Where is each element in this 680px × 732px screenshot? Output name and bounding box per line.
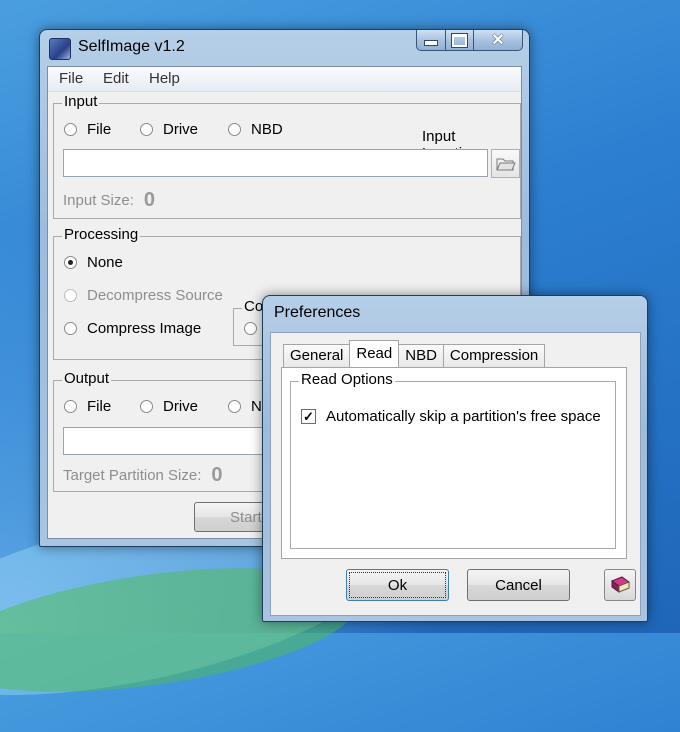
minimize-icon bbox=[424, 40, 438, 46]
input-location-field[interactable] bbox=[63, 149, 488, 177]
radio-circle bbox=[228, 123, 241, 136]
input-radio-nbd[interactable]: NBD bbox=[228, 121, 283, 138]
menu-edit[interactable]: Edit bbox=[103, 70, 129, 87]
radio-label: N bbox=[251, 398, 262, 415]
help-button[interactable] bbox=[604, 569, 636, 601]
input-size-value: 0 bbox=[143, 189, 156, 211]
skip-free-space-label: Automatically skip a partition's free sp… bbox=[326, 408, 601, 425]
input-size-label: Input Size: bbox=[63, 192, 134, 209]
preferences-title: Preferences bbox=[274, 304, 361, 321]
radio-circle bbox=[64, 123, 77, 136]
cancel-button[interactable]: Cancel bbox=[467, 569, 570, 601]
maximize-button[interactable] bbox=[446, 30, 474, 51]
read-tab-panel: Read Options ✓ Automatically skip a part… bbox=[281, 367, 627, 559]
radio-label: None bbox=[87, 254, 123, 271]
browse-input-button[interactable] bbox=[491, 149, 520, 178]
close-icon: ✕ bbox=[491, 32, 505, 49]
preferences-tabs: General Read NBD Compression bbox=[283, 340, 546, 367]
menu-file[interactable]: File bbox=[59, 70, 83, 87]
radio-label: Decompress Source bbox=[87, 287, 223, 304]
input-radio-file[interactable]: File bbox=[64, 121, 111, 138]
tab-read[interactable]: Read bbox=[349, 340, 400, 367]
radio-label: Compress Image bbox=[87, 320, 202, 337]
skip-free-space-checkbox[interactable]: ✓ Automatically skip a partition's free … bbox=[301, 408, 601, 425]
checkbox-check-icon: ✓ bbox=[301, 409, 316, 424]
target-partition-size-label: Target Partition Size: bbox=[63, 467, 202, 484]
output-radio-nbd[interactable]: N bbox=[228, 398, 262, 415]
read-options-label: Read Options bbox=[299, 371, 395, 388]
tab-nbd[interactable]: NBD bbox=[398, 344, 444, 367]
radio-label: Drive bbox=[163, 398, 199, 415]
caption-buttons: ✕ bbox=[416, 30, 523, 52]
radio-label: NBD bbox=[251, 121, 283, 138]
preferences-title-bar[interactable]: Preferences bbox=[263, 296, 647, 326]
tab-compression[interactable]: Compression bbox=[442, 344, 546, 367]
compression-radio[interactable] bbox=[244, 322, 257, 335]
radio-circle-checked bbox=[64, 256, 77, 269]
input-group: Input File Drive NBD Input Location: Inp… bbox=[53, 93, 521, 219]
radio-circle bbox=[228, 400, 241, 413]
radio-label: File bbox=[87, 121, 112, 138]
radio-label: File bbox=[87, 398, 112, 415]
output-radio-file[interactable]: File bbox=[64, 398, 111, 415]
ok-button[interactable]: Ok bbox=[346, 569, 449, 601]
processing-radio-none[interactable]: None bbox=[64, 254, 123, 271]
output-group-label: Output bbox=[62, 370, 112, 387]
processing-radio-decompress[interactable]: Decompress Source bbox=[64, 287, 223, 304]
preferences-dialog: Preferences General Read NBD Compression… bbox=[262, 295, 648, 622]
read-options-group: Read Options ✓ Automatically skip a part… bbox=[290, 371, 616, 549]
help-book-icon bbox=[611, 576, 630, 593]
processing-group-label: Processing bbox=[62, 226, 141, 243]
radio-circle bbox=[64, 289, 77, 302]
minimize-button[interactable] bbox=[416, 30, 446, 51]
maximize-icon bbox=[451, 32, 468, 48]
radio-circle bbox=[64, 322, 77, 335]
output-radio-drive[interactable]: Drive bbox=[140, 398, 198, 415]
target-size-row: Target Partition Size: 0 bbox=[63, 464, 223, 487]
selfimage-app-icon bbox=[49, 38, 71, 60]
radio-label: Drive bbox=[163, 121, 199, 138]
menu-bar: File Edit Help bbox=[48, 67, 521, 92]
input-size-row: Input Size: 0 bbox=[63, 189, 155, 212]
window-title: SelfImage v1.2 bbox=[78, 38, 185, 55]
input-radio-drive[interactable]: Drive bbox=[140, 121, 198, 138]
input-group-label: Input bbox=[62, 93, 100, 110]
processing-radio-compress[interactable]: Compress Image bbox=[64, 320, 201, 337]
radio-circle bbox=[140, 123, 153, 136]
close-button[interactable]: ✕ bbox=[474, 30, 523, 51]
radio-circle bbox=[64, 400, 77, 413]
preferences-client-area: General Read NBD Compression Read Option… bbox=[270, 332, 641, 616]
open-folder-icon bbox=[495, 158, 516, 170]
target-partition-size-value: 0 bbox=[211, 464, 223, 486]
tab-general[interactable]: General bbox=[283, 344, 351, 367]
menu-help[interactable]: Help bbox=[149, 70, 180, 87]
title-bar[interactable]: SelfImage v1.2 ✕ bbox=[40, 30, 529, 60]
radio-circle bbox=[140, 400, 153, 413]
